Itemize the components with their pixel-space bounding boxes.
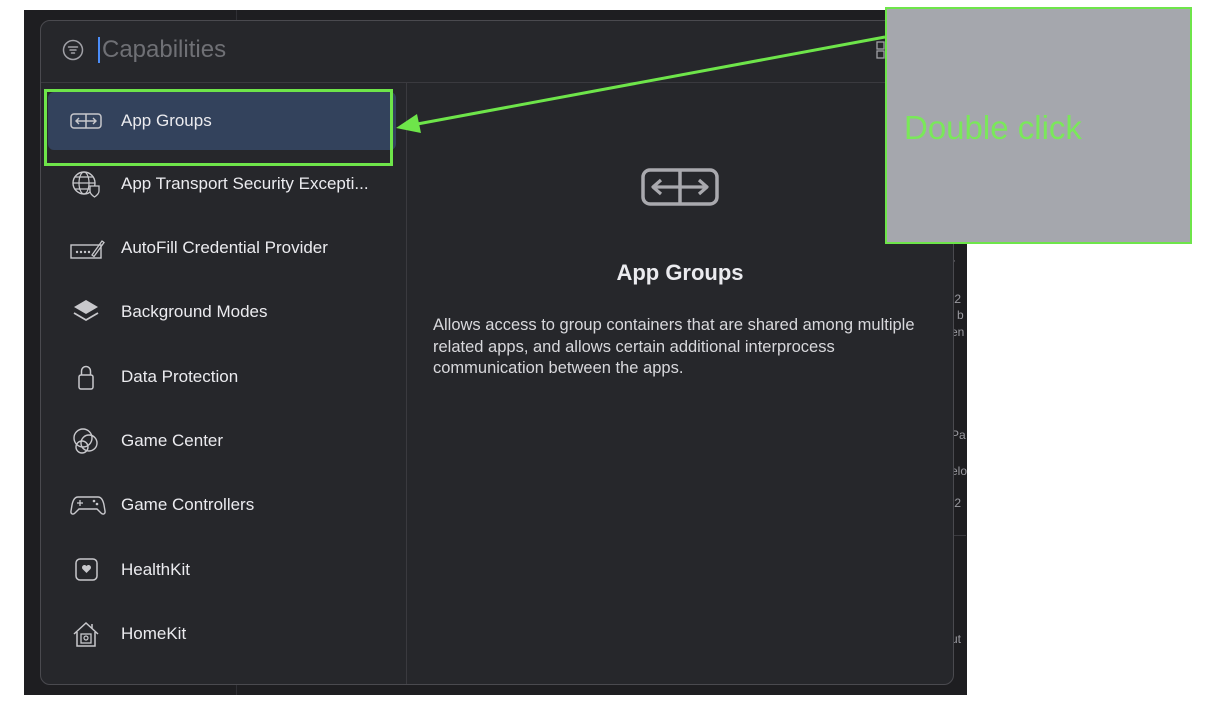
layers-icon <box>70 297 102 327</box>
capability-label: Data Protection <box>121 367 239 386</box>
game-center-icon <box>70 426 102 456</box>
filter-icon[interactable] <box>62 39 84 61</box>
heart-icon <box>70 555 102 585</box>
gamepad-icon <box>70 490 106 520</box>
capability-item-autofill-credential-provider[interactable]: AutoFill Credential Provider <box>48 219 396 277</box>
globe-shield-icon <box>70 169 102 199</box>
capability-item-game-controllers[interactable]: Game Controllers <box>48 476 396 534</box>
capability-label: AutoFill Credential Provider <box>121 238 328 257</box>
annotation-text: Double click <box>904 109 1082 146</box>
capability-item-background-modes[interactable]: Background Modes <box>48 283 396 341</box>
backdrop-text: b <box>957 308 964 322</box>
home-icon <box>70 619 102 649</box>
app-groups-icon <box>640 165 720 209</box>
capability-label: Game Center <box>121 431 224 450</box>
capability-item-healthkit[interactable]: HealthKit <box>48 541 396 599</box>
annotation-callout: Double click <box>885 7 1192 244</box>
lock-icon <box>70 362 102 392</box>
search-input[interactable]: Capabilities <box>102 35 226 65</box>
capability-label: App Transport Security Excepti... <box>121 174 369 193</box>
capability-detail-pane: App Groups Allows access to group contai… <box>407 83 953 684</box>
annotation-highlight-box <box>44 89 393 166</box>
capability-label: HealthKit <box>121 560 190 579</box>
search-bar: Capabilities <box>41 21 953 83</box>
password-field-icon <box>70 233 105 263</box>
detail-description: Allows access to group containers that a… <box>433 316 915 377</box>
capability-item-data-protection[interactable]: Data Protection <box>48 348 396 406</box>
capability-label: Game Controllers <box>121 495 255 514</box>
text-cursor <box>98 37 100 63</box>
capability-label: Background Modes <box>121 302 268 321</box>
detail-title: App Groups <box>616 260 744 285</box>
capabilities-list: App Groups App Transport Security Except… <box>41 83 407 684</box>
capability-item-game-center[interactable]: Game Center <box>48 412 396 470</box>
capability-label: HomeKit <box>121 624 187 643</box>
capability-item-homekit[interactable]: HomeKit <box>48 605 396 663</box>
